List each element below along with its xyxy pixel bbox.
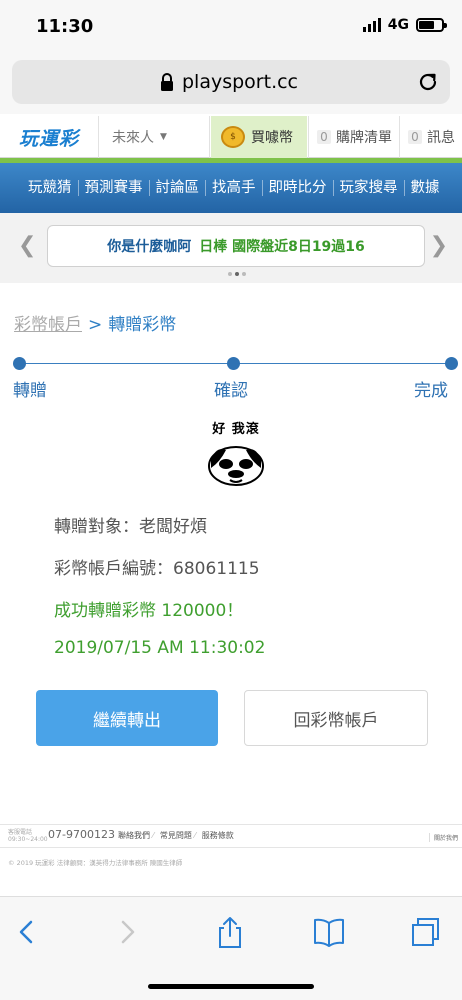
main-nav: 玩競猜 預測賽事 討論區 找高手 即時比分 玩家搜尋 數據 [0,163,462,213]
back-icon[interactable] [10,915,42,949]
reload-icon[interactable] [416,70,440,94]
battery-icon [416,18,447,32]
meme-image: 好 我滾 [196,418,276,490]
footer-link-about[interactable]: 關於我們 [428,833,458,842]
ticker-badge: 日棒 國際盤近8日19過16 [199,239,365,255]
address-bar[interactable]: playsport.cc [12,60,450,104]
account-number-text: 彩幣帳戶編號：68061115 [54,559,260,579]
footer-link-faq[interactable]: 常見問題 [160,830,196,841]
chevron-left-icon[interactable]: ❮ [18,233,36,258]
footer-copyright: © 2019 玩運彩 法律顧問：漢英得力法律事務所 陳國生律師 [8,859,183,867]
ticker-carousel: ❮ 你是什麼咖阿 日棒 國際盤近8日19過16 ❯ [0,213,462,283]
signal-icon [362,18,381,32]
footer-link-contact[interactable]: 聯絡我們 [118,830,154,841]
bookmarks-icon[interactable] [313,915,345,949]
status-bar: 11:30 4G [0,0,462,52]
nav-item-player-search[interactable]: 玩家搜尋 [334,180,405,196]
buy-coins-label: 買噱幣 [251,130,293,146]
cart-label: 購牌清單 [336,130,392,146]
status-time: 11:30 [36,16,94,37]
nav-item-experts[interactable]: 找高手 [206,180,263,196]
footer-link-terms[interactable]: 服務條款 [202,830,234,841]
breadcrumb-parent-link[interactable]: 彩幣帳戶 [14,315,82,335]
meme-caption: 好 我滾 [212,422,260,437]
step-label-transfer: 轉贈 [13,381,47,401]
step-label-confirm: 確認 [214,381,248,401]
breadcrumb: 彩幣帳戶 > 轉贈彩幣 [14,310,176,335]
messages-label: 訊息 [427,130,455,146]
nav-item-data[interactable]: 數據 [405,180,446,196]
nav-item-forum[interactable]: 討論區 [150,180,206,196]
site-logo[interactable]: 玩運彩 [0,116,99,158]
forward-icon[interactable] [112,915,144,949]
continue-transfer-button[interactable]: 繼續轉出 [36,690,218,746]
buy-coins-button[interactable]: $ 買噱幣 [211,116,307,158]
network-type: 4G [387,17,409,33]
nav-item-predict[interactable]: 預測賽事 [79,180,150,196]
step-dot-confirm [227,357,240,370]
nav-item-livescore[interactable]: 即時比分 [263,180,334,196]
step-dot-done [445,357,458,370]
purchase-list-button[interactable]: 0 購牌清單 [308,116,398,158]
lock-icon [161,73,173,91]
footer-phone: 07-9700123 [48,828,115,841]
recipient-text: 轉贈對象：老闆好煩 [54,517,207,537]
transfer-timestamp: 2019/07/15 AM 11:30:02 [54,638,266,658]
share-icon[interactable] [214,915,246,949]
username: 未來人 [112,130,154,146]
footer-links: 聯絡我們 常見問題 服務條款 [118,830,234,841]
success-message: 成功轉贈彩幣 120000！ [54,601,244,621]
ticker-user: 你是什麼咖阿 [107,239,192,255]
footer-service-info: 客服電話 09:30~24:00 [8,829,48,843]
chevron-right-icon[interactable]: ❯ [430,233,448,258]
step-label-done: 完成 [414,381,448,401]
cart-count: 0 [317,130,331,144]
messages-button[interactable]: 0 訊息 [399,116,462,158]
step-dot-transfer [13,357,26,370]
panda-face-icon [208,446,264,486]
breadcrumb-separator: > [88,315,103,335]
browser-address-area: playsport.cc [0,52,462,114]
nav-item-play[interactable]: 玩競猜 [22,180,79,196]
coin-icon: $ [221,126,245,148]
user-menu[interactable]: 未來人 ▼ [100,116,210,158]
chevron-down-icon: ▼ [160,132,167,142]
status-icons: 4G [362,17,447,33]
breadcrumb-current: 轉贈彩幣 [108,315,177,335]
url-text: playsport.cc [182,71,299,93]
messages-count: 0 [408,130,422,144]
ticker-item[interactable]: 你是什麼咖阿 日棒 國際盤近8日19過16 [47,225,425,267]
carousel-dots [228,272,246,276]
home-indicator[interactable] [148,984,314,989]
back-to-account-button[interactable]: 回彩幣帳戶 [244,690,428,746]
site-header: 玩運彩 未來人 ▼ $ 買噱幣 0 購牌清單 0 訊息 [0,116,462,158]
tabs-icon[interactable] [410,915,442,949]
